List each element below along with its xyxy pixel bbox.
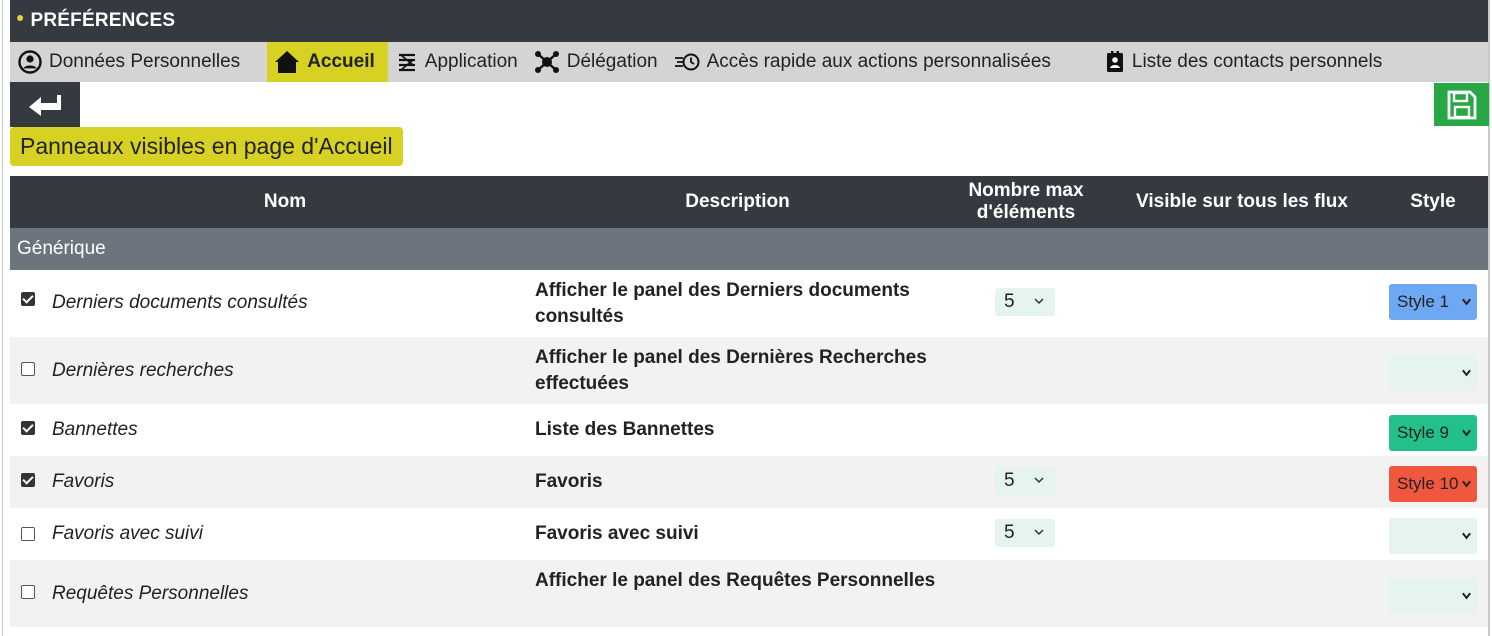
chevron-down-icon <box>1462 480 1471 488</box>
tab-personal-data[interactable]: Données Personnelles <box>10 42 248 82</box>
tab-label: Liste des contacts personnels <box>1131 51 1383 72</box>
max-items-select[interactable]: 5 <box>995 519 1055 547</box>
home-icon <box>275 51 300 73</box>
save-button[interactable] <box>1434 83 1489 126</box>
panel-name: Favoris <box>52 471 115 492</box>
table-row: Derniers documents consultés Afficher le… <box>10 270 1488 337</box>
back-arrow-icon <box>29 94 61 116</box>
panel-name: Requêtes Personnelles <box>52 583 249 604</box>
table-row: Favoris Favoris 5 Style 10 <box>10 456 1488 508</box>
chevron-down-icon <box>1034 298 1044 305</box>
page-title: PRÉFÉRENCES <box>30 10 176 31</box>
tab-label: Délégation <box>566 51 658 72</box>
column-header-visible-all-flows: Visible sur tous les flux <box>1136 191 1348 212</box>
column-header-description: Description <box>685 191 790 212</box>
row-checkbox[interactable] <box>21 292 35 306</box>
style-select[interactable]: Style 10 <box>1389 466 1477 502</box>
row-checkbox[interactable] <box>21 421 35 435</box>
tab-home[interactable]: Accueil <box>267 42 388 82</box>
preferences-header: ● PRÉFÉRENCES <box>10 0 1488 42</box>
back-button[interactable] <box>10 82 80 127</box>
style-select[interactable]: Style 9 <box>1389 415 1477 451</box>
section-title: Panneaux visibles en page d'Accueil <box>10 127 403 166</box>
panel-name: Favoris avec suivi <box>52 523 203 544</box>
panel-name: Bannettes <box>52 419 138 440</box>
panel-description: Favoris avec suivi <box>535 523 699 544</box>
style-select[interactable] <box>1389 578 1477 614</box>
row-checkbox[interactable] <box>21 527 35 541</box>
preferences-tabs: Données Personnelles Accueil Application… <box>10 42 1488 82</box>
max-items-select[interactable]: 5 <box>995 288 1055 316</box>
style-select[interactable] <box>1389 355 1477 391</box>
tab-personal-contacts[interactable]: Liste des contacts personnels <box>1097 42 1390 82</box>
table-row: Requêtes Personnelles Afficher le panel … <box>10 560 1488 627</box>
style-value: Style 1 <box>1397 292 1449 311</box>
panel-description: Afficher le panel des Requêtes Personnel… <box>535 570 936 591</box>
application-icon <box>398 53 415 72</box>
max-items-value: 5 <box>1004 522 1015 543</box>
user-circle-icon <box>18 50 42 74</box>
row-checkbox[interactable] <box>21 362 35 376</box>
window-border-left <box>2 0 3 636</box>
table-row: Bannettes Liste des Bannettes Style 9 <box>10 404 1488 456</box>
max-items-value: 5 <box>1004 291 1015 312</box>
chevron-down-icon <box>1034 477 1044 484</box>
tab-delegation[interactable]: Délégation <box>526 42 666 82</box>
chevron-down-icon <box>1034 529 1044 536</box>
tab-label: Application <box>424 51 518 72</box>
panel-description: Favoris <box>535 471 603 492</box>
tab-application[interactable]: Application <box>388 42 526 82</box>
tab-label: Accès rapide aux actions personnalisées <box>706 51 1051 72</box>
tab-label: Données Personnelles <box>49 51 241 72</box>
panel-description: Afficher le panel des Derniers documents… <box>535 280 910 327</box>
row-checkbox[interactable] <box>21 473 35 487</box>
tab-quick-actions[interactable]: Accès rapide aux actions personnalisées <box>666 42 1059 82</box>
table-header: Nom Description Nombre max d'éléments Vi… <box>10 176 1488 228</box>
table-row: Dernières recherches Afficher le panel d… <box>10 337 1488 404</box>
tab-label: Accueil <box>307 51 375 72</box>
chevron-down-icon <box>1462 532 1471 540</box>
chevron-down-icon <box>1462 298 1471 306</box>
table-row: Favoris avec suivi Favoris avec suivi 5 <box>10 508 1488 560</box>
max-items-select[interactable]: 5 <box>995 467 1055 495</box>
max-items-value: 5 <box>1004 470 1015 491</box>
contact-book-icon <box>1106 51 1123 72</box>
column-header-max-items: Nombre max d'éléments <box>968 180 1084 223</box>
quick-actions-icon <box>674 53 700 71</box>
row-checkbox[interactable] <box>21 585 35 599</box>
floppy-disk-icon <box>1447 90 1476 119</box>
panel-description: Afficher le panel des Dernières Recherch… <box>535 347 927 394</box>
chevron-down-icon <box>1462 369 1471 377</box>
chevron-down-icon <box>1462 429 1471 437</box>
header-bullet-icon: ● <box>16 9 25 25</box>
delegation-icon <box>534 51 559 73</box>
style-value: Style 10 <box>1397 474 1459 493</box>
group-header: Générique <box>10 228 1488 270</box>
panel-description: Liste des Bannettes <box>535 419 715 440</box>
style-select[interactable]: Style 1 <box>1389 284 1477 320</box>
style-select[interactable] <box>1389 518 1477 554</box>
style-value: Style 9 <box>1397 423 1449 442</box>
panel-name: Derniers documents consultés <box>52 292 308 313</box>
chevron-down-icon <box>1462 592 1471 600</box>
panel-name: Dernières recherches <box>52 360 234 381</box>
column-header-style: Style <box>1410 191 1456 212</box>
column-header-name: Nom <box>263 191 307 212</box>
panels-table: Nom Description Nombre max d'éléments Vi… <box>10 176 1488 627</box>
